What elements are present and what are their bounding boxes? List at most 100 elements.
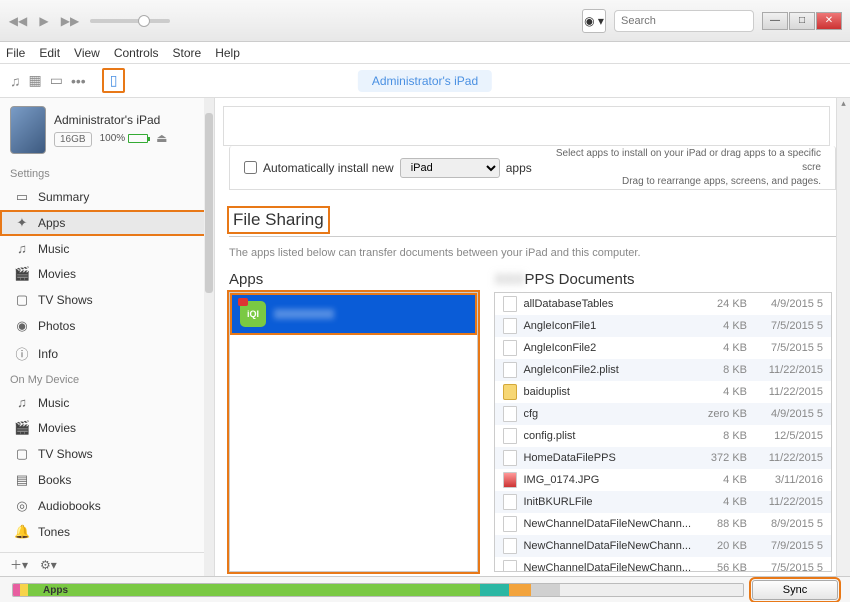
sidebar-icon: ⓘ [14,344,30,363]
doc-row[interactable]: AngleIconFile2.plist8 KB11/22/2015 [495,359,831,381]
content-scrollbar[interactable]: ▴ [836,98,850,576]
doc-date: 7/5/2015 5 [753,320,823,332]
doc-size: 4 KB [697,386,747,398]
sidebar-item-audiobooks[interactable]: ◎ Audiobooks [0,493,214,519]
doc-row[interactable]: cfgzero KB4/9/2015 5 [495,403,831,425]
sidebar-item-tv-shows[interactable]: ▢TV Shows [0,441,214,467]
sidebar-icon: ◉ [14,318,30,334]
sidebar-item-info[interactable]: ⓘInfo [0,339,214,368]
next-button[interactable]: ▶▶ [60,11,80,31]
doc-date: 11/22/2015 [753,452,823,464]
doc-name: IMG_0174.JPG [523,474,691,486]
menu-edit[interactable]: Edit [39,46,60,60]
more-view-icon[interactable]: ••• [71,73,86,89]
prev-button[interactable]: ◀◀ [8,11,28,31]
device-header[interactable]: Administrator's iPad 16GB 100% ⏏ [0,98,214,162]
doc-size: zero KB [697,408,747,420]
device-pill[interactable]: Administrator's iPad [358,70,492,92]
auto-install-suffix: apps [506,161,532,175]
capacity-segment [560,584,743,596]
file-icon [503,560,517,572]
menu-file[interactable]: File [6,46,25,60]
sidebar-item-books[interactable]: ▤Books [0,467,214,493]
movies-view-icon[interactable]: ▦ [29,72,42,89]
doc-row[interactable]: NewChannelDataFileNewChann...20 KB7/9/20… [495,535,831,557]
sidebar-item-music[interactable]: ♫Music [0,236,214,261]
music-view-icon[interactable]: ♫ [10,73,21,89]
sidebar-item-music[interactable]: ♫Music [0,390,214,415]
play-button[interactable]: ▶ [34,11,54,31]
doc-size: 24 KB [697,298,747,310]
auto-install-select[interactable]: iPad [400,158,500,178]
sidebar-icon: ◎ [14,498,30,514]
sidebar-item-label: Audiobooks [38,499,101,513]
search-input[interactable] [614,10,754,32]
app-name [274,309,334,319]
apps-list[interactable]: iQI [229,292,478,572]
sidebar-item-label: TV Shows [38,293,93,307]
file-icon [503,516,517,532]
sidebar-icon: ▢ [14,292,30,308]
sidebar-item-movies[interactable]: 🎬Movies [0,415,214,441]
doc-row[interactable]: IMG_0174.JPG4 KB3/11/2016 [495,469,831,491]
sync-button[interactable]: Sync [752,580,838,600]
sidebar-icon: ▢ [14,446,30,462]
battery-icon [128,134,148,143]
sidebar-item-summary[interactable]: ▭Summary [0,184,214,210]
auto-install-row: Automatically install new iPad apps Sele… [229,146,836,190]
app-icon: iQI [240,301,266,327]
menu-controls[interactable]: Controls [114,46,159,60]
doc-name: baiduplist [523,386,691,398]
settings-section-label: Settings [0,162,214,184]
docs-list[interactable]: allDatabaseTables24 KB4/9/2015 5AngleIco… [494,292,832,572]
menu-view[interactable]: View [74,46,100,60]
doc-row[interactable]: NewChannelDataFileNewChann...88 KB8/9/20… [495,513,831,535]
app-row[interactable]: iQI [230,293,477,335]
doc-size: 372 KB [697,452,747,464]
doc-date: 7/5/2015 5 [753,342,823,354]
auto-install-checkbox[interactable] [244,161,257,174]
sidebar-item-tones[interactable]: 🔔Tones [0,519,214,545]
sidebar-scrollbar[interactable] [204,98,214,576]
account-button[interactable]: ◉ ▾ [582,9,606,33]
capacity-segment [28,584,481,596]
doc-row[interactable]: config.plist8 KB12/5/2015 [495,425,831,447]
maximize-button[interactable]: □ [789,12,815,30]
sidebar-icon: ♫ [14,395,30,410]
doc-row[interactable]: allDatabaseTables24 KB4/9/2015 5 [495,293,831,315]
add-playlist-button[interactable]: ＋▾ [10,556,28,573]
file-icon [503,428,517,444]
device-button[interactable]: ▯ [102,68,126,93]
doc-date: 11/22/2015 [753,386,823,398]
doc-row[interactable]: NewChannelDataFileNewChann...56 KB7/5/20… [495,557,831,572]
doc-row[interactable]: InitBKURLFile4 KB11/22/2015 [495,491,831,513]
device-name: Administrator's iPad [54,113,204,127]
doc-row[interactable]: baiduplist 4 KB 11/22/2015 [495,381,831,403]
capacity-segment [13,584,20,596]
sidebar-item-apps[interactable]: ✦Apps [0,210,214,236]
doc-row[interactable]: AngleIconFile14 KB7/5/2015 5 [495,315,831,337]
sidebar-icon: ▤ [14,472,30,488]
close-button[interactable]: ✕ [816,12,842,30]
doc-row[interactable]: HomeDataFilePPS372 KB11/22/2015 [495,447,831,469]
device-thumbnail-icon [10,106,46,154]
file-icon [503,406,517,422]
sidebar-item-tv-shows[interactable]: ▢ TV Shows [0,287,214,313]
file-icon [503,362,517,378]
menu-help[interactable]: Help [215,46,240,60]
eject-icon[interactable]: ⏏ [156,131,167,145]
sidebar-icon: ▭ [14,189,30,205]
file-icon [503,538,517,554]
doc-date: 4/9/2015 5 [753,298,823,310]
sidebar-item-photos[interactable]: ◉Photos [0,313,214,339]
sidebar-item-movies[interactable]: 🎬Movies [0,261,214,287]
volume-slider[interactable] [90,19,170,23]
menu-store[interactable]: Store [173,46,202,60]
file-icon [503,494,517,510]
sidebar-footer: ＋▾ ⚙▾ [0,552,214,576]
minimize-button[interactable]: — [762,12,788,30]
settings-gear-icon[interactable]: ⚙▾ [40,558,57,572]
content-area: Automatically install new iPad apps Sele… [215,98,850,576]
tv-view-icon[interactable]: ▭ [50,72,63,89]
doc-row[interactable]: AngleIconFile24 KB7/5/2015 5 [495,337,831,359]
